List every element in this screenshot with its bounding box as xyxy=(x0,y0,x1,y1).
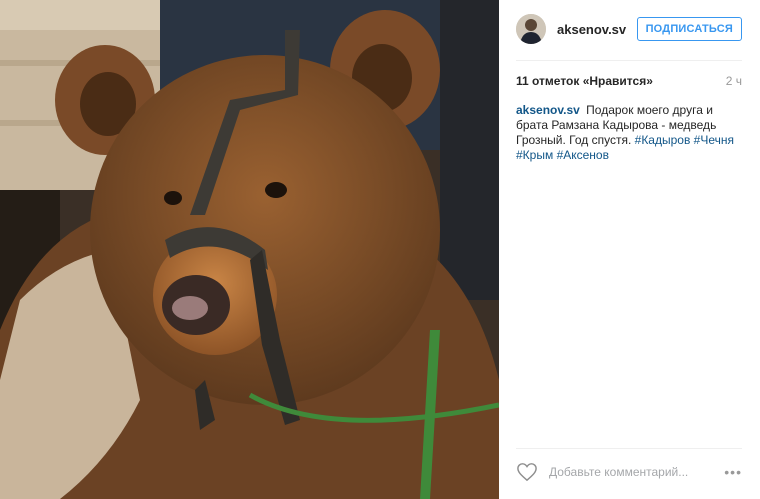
username-link[interactable]: aksenov.sv xyxy=(557,22,637,37)
post-photo[interactable] xyxy=(0,0,499,499)
user-avatar-icon xyxy=(516,14,546,44)
hashtag-kadyrov[interactable]: #Кадыров xyxy=(635,133,691,147)
comment-input[interactable] xyxy=(547,464,711,480)
more-options-icon[interactable]: ••• xyxy=(724,464,742,480)
header-divider xyxy=(516,60,742,61)
comment-divider xyxy=(516,448,742,449)
hashtag-crimea[interactable]: #Крым xyxy=(516,148,553,162)
post-caption: aksenov.sv Подарок моего друга и брата Р… xyxy=(516,103,742,163)
follow-button[interactable]: ПОДПИСАТЬСЯ xyxy=(636,17,742,41)
side-panel: aksenov.sv ПОДПИСАТЬСЯ 11 отметок «Нрави… xyxy=(499,0,760,499)
instagram-post: aksenov.sv ПОДПИСАТЬСЯ 11 отметок «Нрави… xyxy=(0,0,760,499)
bear-photo-icon xyxy=(0,0,499,499)
post-time[interactable]: 2 ч xyxy=(726,74,742,88)
comment-bar: ••• xyxy=(516,459,742,485)
post-header: aksenov.sv ПОДПИСАТЬСЯ xyxy=(516,12,742,46)
hashtag-aksenov[interactable]: #Аксенов xyxy=(557,148,609,162)
caption-author-link[interactable]: aksenov.sv xyxy=(516,103,580,117)
post-meta: 11 отметок «Нравится» 2 ч xyxy=(516,74,742,88)
hashtag-chechnya[interactable]: #Чечня xyxy=(694,133,734,147)
likes-count[interactable]: 11 отметок «Нравится» xyxy=(516,74,653,88)
heart-icon[interactable] xyxy=(516,462,538,482)
avatar[interactable] xyxy=(516,14,546,44)
